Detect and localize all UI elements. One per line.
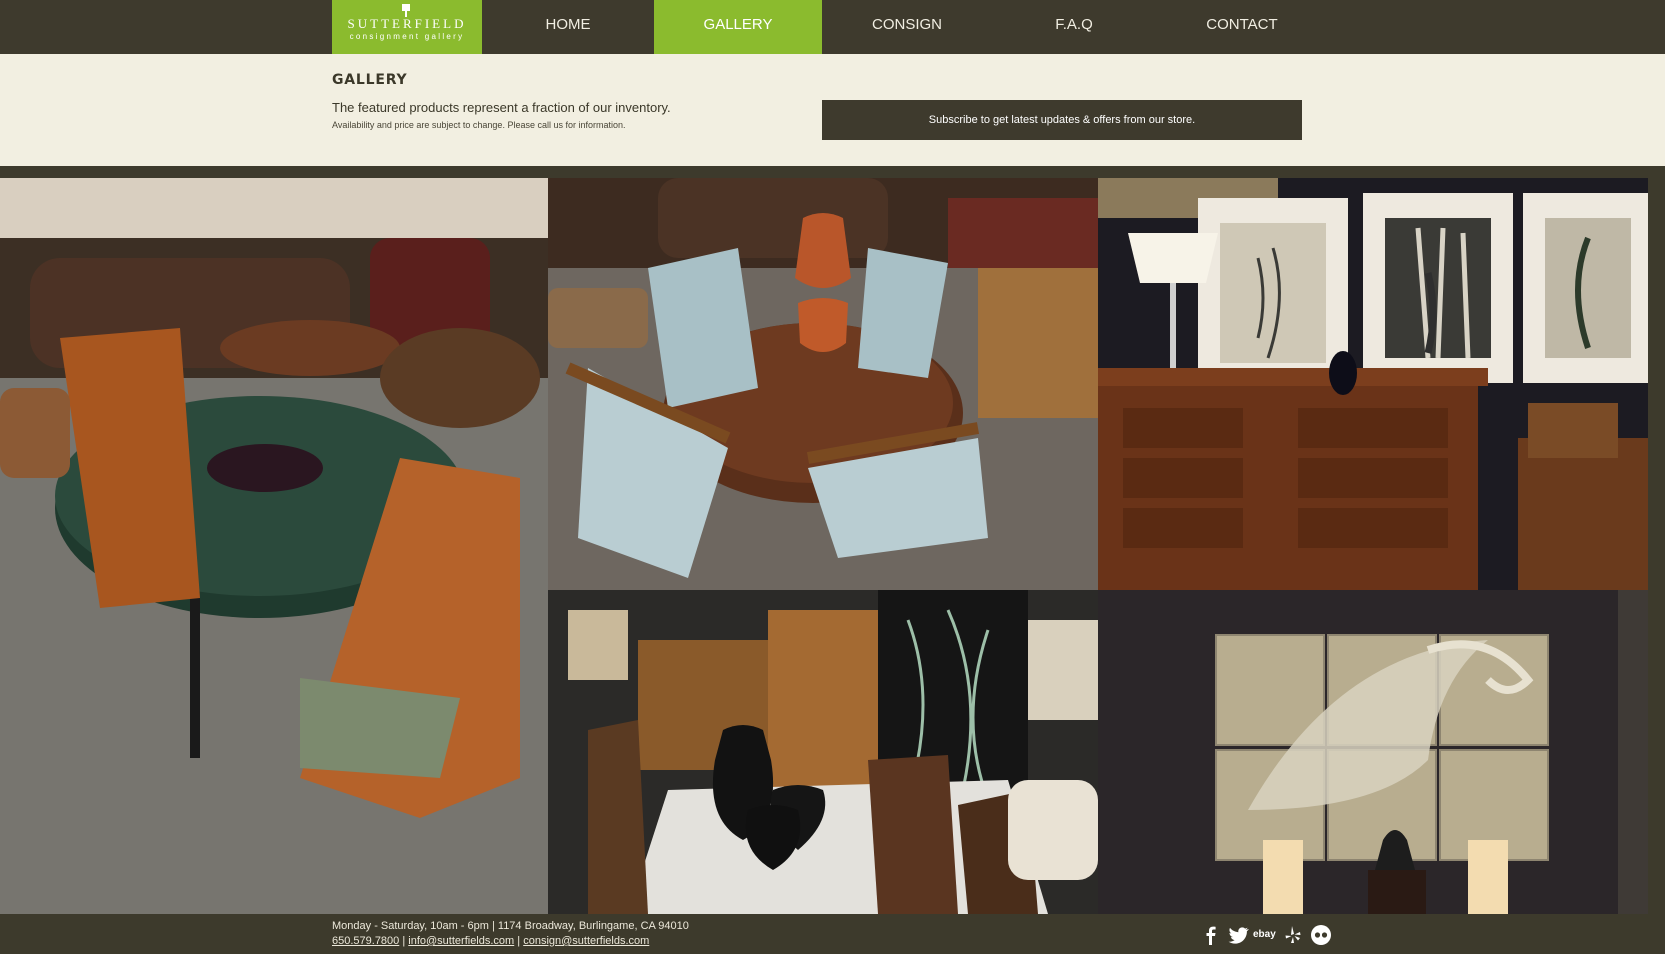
twitter-icon[interactable] bbox=[1227, 924, 1249, 946]
top-nav: SUTTERFIELD consignment gallery HOME GAL… bbox=[0, 0, 1665, 54]
ebay-icon[interactable]: ebay bbox=[1253, 924, 1281, 946]
gallery-photo-black-vases[interactable] bbox=[548, 590, 1098, 914]
store-hours-address: Monday - Saturday, 10am - 6pm | 1174 Bro… bbox=[332, 920, 689, 932]
subscribe-button[interactable]: Subscribe to get latest updates & offers… bbox=[822, 100, 1302, 140]
info-email-link[interactable]: info@sutterfields.com bbox=[408, 935, 514, 947]
contact-links: 650.579.7800 | info@sutterfields.com | c… bbox=[332, 935, 649, 947]
facebook-icon[interactable] bbox=[1200, 924, 1222, 946]
gallery-photo-round-table[interactable] bbox=[548, 178, 1098, 590]
consign-email-link[interactable]: consign@sutterfields.com bbox=[523, 935, 649, 947]
phone-link[interactable]: 650.579.7800 bbox=[332, 935, 399, 947]
gallery-photo-dresser[interactable] bbox=[1098, 178, 1648, 590]
flickr-icon[interactable] bbox=[1310, 924, 1332, 946]
gallery-photo-leaf-art[interactable] bbox=[1098, 590, 1648, 914]
gallery-photo-marble-table[interactable] bbox=[0, 178, 548, 914]
nav-consign[interactable]: CONSIGN bbox=[822, 0, 992, 54]
nav-faq[interactable]: F.A.Q bbox=[992, 0, 1156, 54]
page-title: GALLERY bbox=[332, 72, 408, 88]
nav-gallery[interactable]: GALLERY bbox=[654, 0, 822, 54]
logo-title: SUTTERFIELD bbox=[347, 16, 467, 31]
nav-home[interactable]: HOME bbox=[482, 0, 654, 54]
yelp-icon[interactable] bbox=[1282, 924, 1304, 946]
photo-gallery bbox=[0, 178, 1648, 914]
intro-text: The featured products represent a fracti… bbox=[332, 100, 671, 115]
gallery-header: GALLERY The featured products represent … bbox=[0, 54, 1665, 166]
separator: | bbox=[517, 935, 521, 947]
footer: Monday - Saturday, 10am - 6pm | 1174 Bro… bbox=[0, 914, 1665, 954]
nav-contact[interactable]: CONTACT bbox=[1156, 0, 1328, 54]
logo-subtitle: consignment gallery bbox=[349, 32, 465, 41]
availability-note: Availability and price are subject to ch… bbox=[332, 120, 626, 130]
logo[interactable]: SUTTERFIELD consignment gallery bbox=[332, 0, 482, 54]
separator: | bbox=[402, 935, 406, 947]
